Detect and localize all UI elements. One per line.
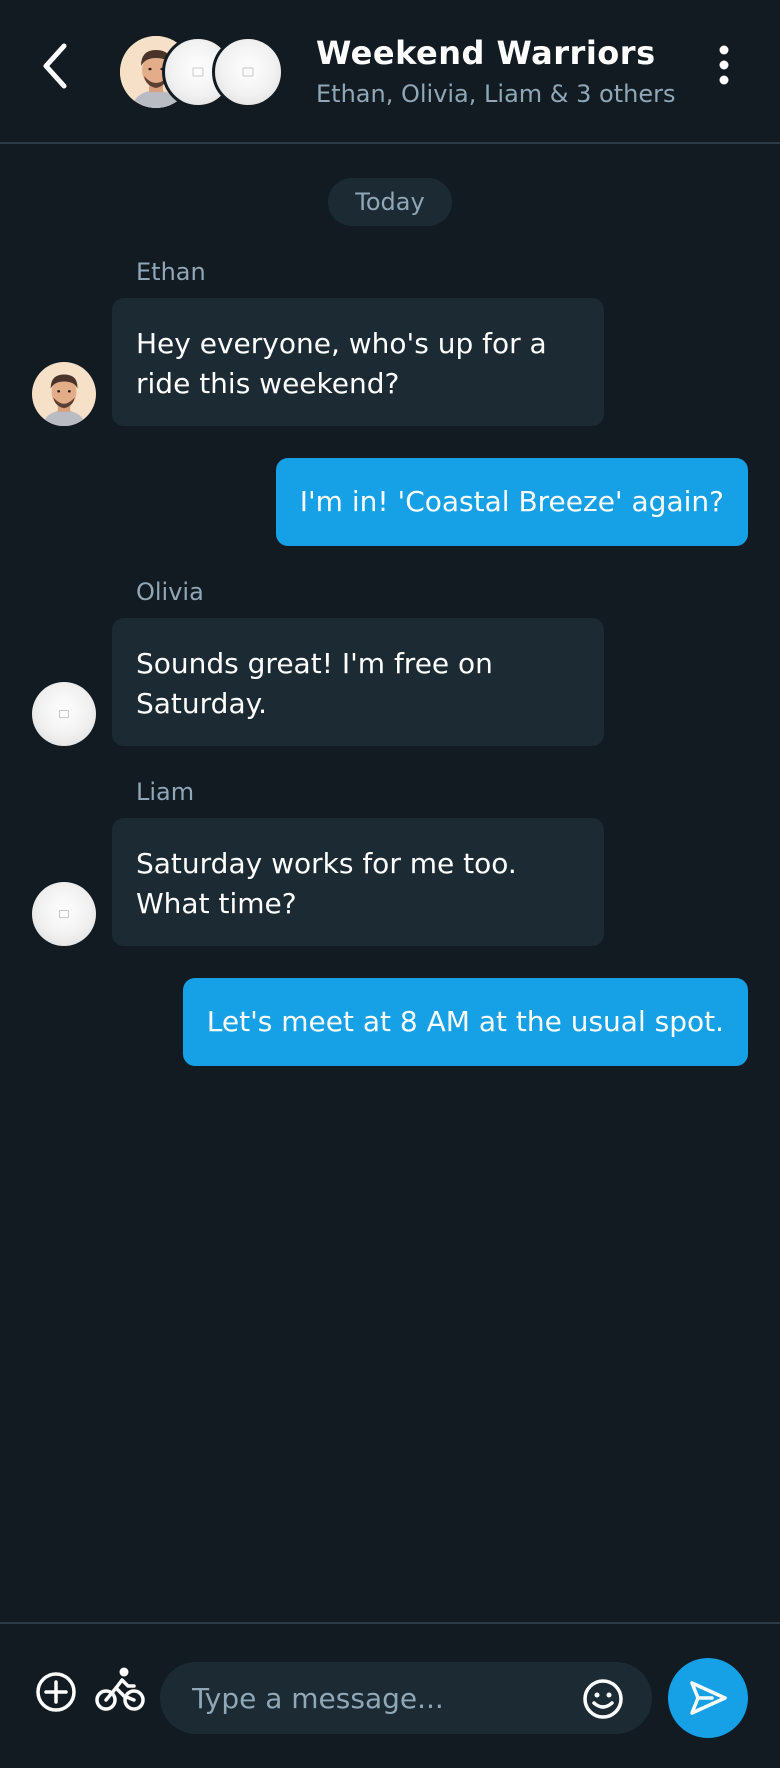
message-bubble-incoming[interactable]: Sounds great! I'm free on Saturday. bbox=[112, 618, 604, 746]
avatar[interactable] bbox=[32, 882, 96, 946]
add-attachment-button[interactable] bbox=[34, 1670, 78, 1714]
message-input-container bbox=[160, 1662, 652, 1734]
sender-name: Olivia bbox=[136, 578, 204, 606]
send-button[interactable] bbox=[668, 1658, 748, 1738]
back-button[interactable] bbox=[30, 36, 86, 96]
message-bubble-outgoing[interactable]: I'm in! 'Coastal Breeze' again? bbox=[275, 458, 748, 546]
sender-name: Liam bbox=[136, 778, 195, 806]
message-bubble-incoming[interactable]: Hey everyone, who's up for a ride this w… bbox=[112, 298, 604, 426]
emoji-button[interactable] bbox=[582, 1678, 624, 1720]
more-options-button[interactable] bbox=[704, 44, 744, 88]
message-bubble-incoming[interactable]: Saturday works for me too. What time? bbox=[112, 818, 604, 946]
avatar[interactable] bbox=[32, 362, 96, 426]
message-input[interactable] bbox=[192, 1662, 572, 1734]
message-composer bbox=[0, 1622, 780, 1768]
date-divider: Today bbox=[328, 178, 452, 226]
chat-header: Weekend Warriors Ethan, Olivia, Liam & 3… bbox=[0, 0, 780, 144]
send-icon bbox=[690, 1681, 727, 1715]
plus-circle-icon bbox=[36, 1672, 76, 1712]
chat-members[interactable]: Ethan, Olivia, Liam & 3 others bbox=[316, 80, 675, 108]
avatar[interactable] bbox=[32, 682, 96, 746]
chat-title[interactable]: Weekend Warriors bbox=[316, 34, 656, 72]
chevron-left-icon bbox=[43, 43, 67, 89]
message-bubble-outgoing[interactable]: Let's meet at 8 AM at the usual spot. bbox=[182, 978, 748, 1066]
bicycle-icon bbox=[95, 1667, 145, 1711]
sender-name: Ethan bbox=[136, 258, 206, 286]
more-vertical-icon bbox=[719, 45, 729, 85]
ride-button[interactable] bbox=[94, 1666, 146, 1714]
smiley-icon bbox=[583, 1679, 623, 1719]
avatar-liam bbox=[212, 36, 284, 108]
group-avatars[interactable] bbox=[120, 36, 290, 108]
